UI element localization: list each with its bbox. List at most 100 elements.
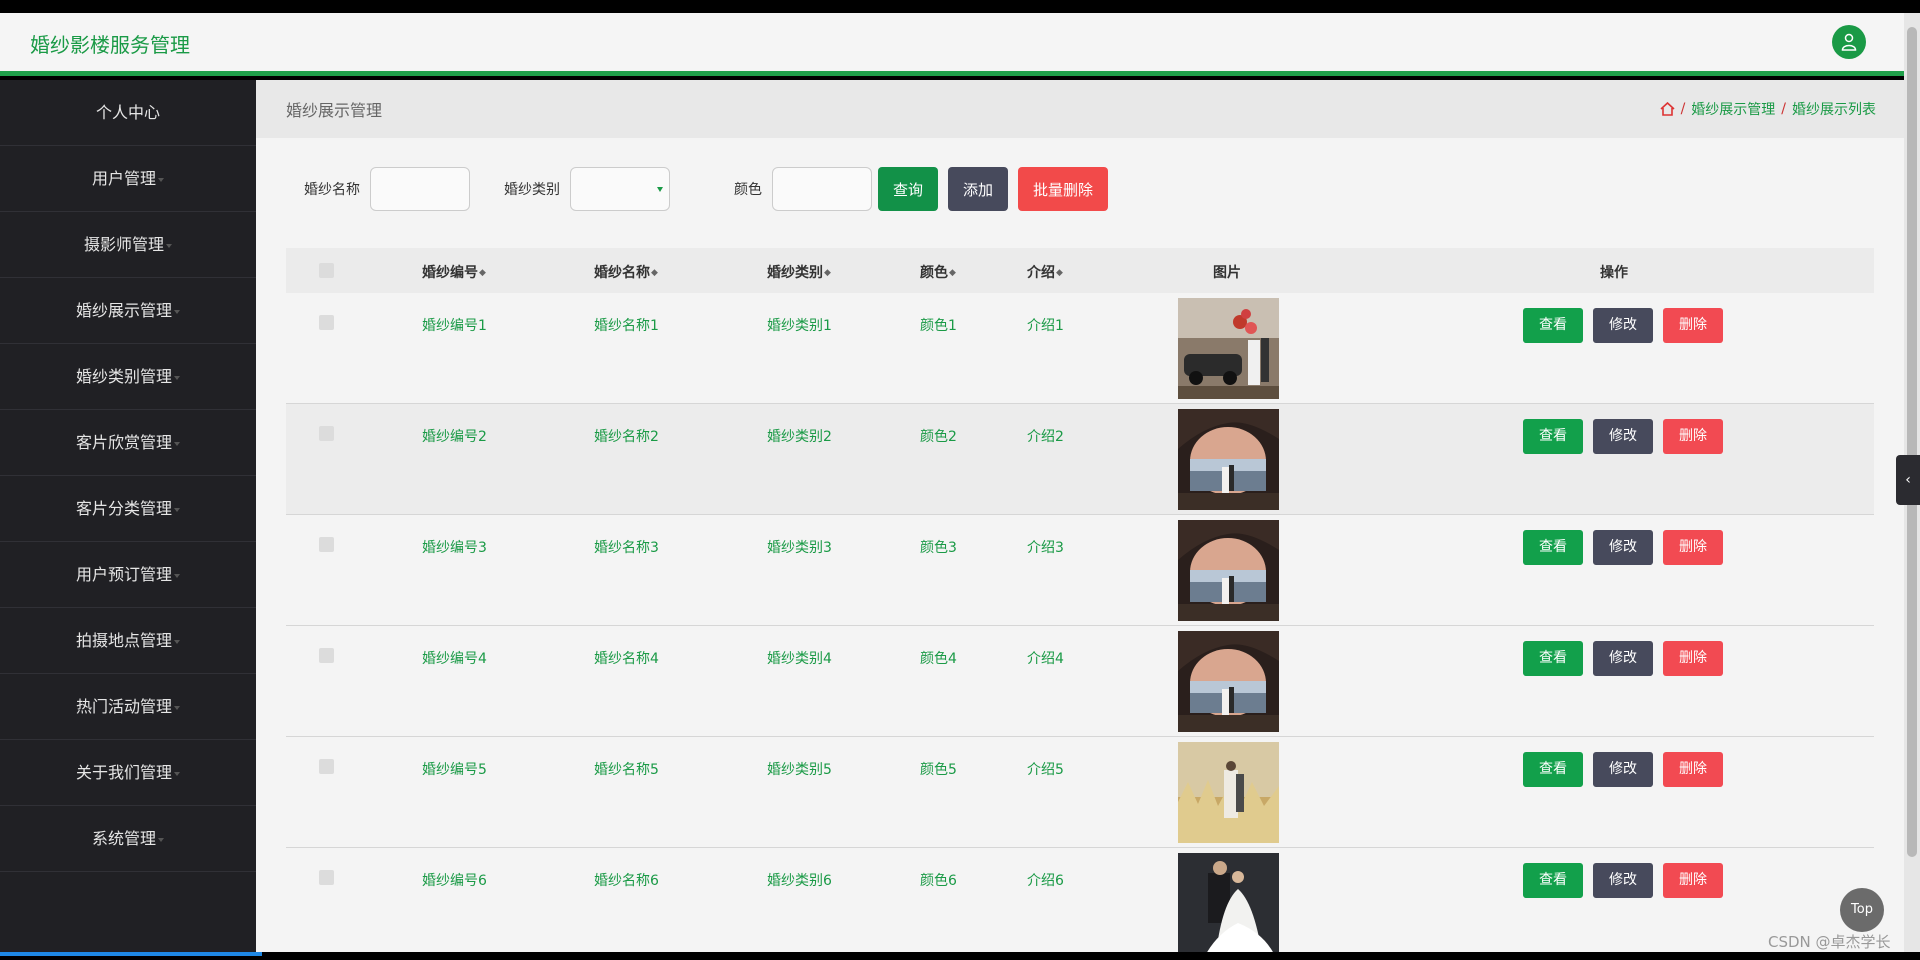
- sidebar-item[interactable]: 关于我们管理: [0, 740, 256, 806]
- delete-button[interactable]: 删除: [1663, 641, 1723, 676]
- color-search-input[interactable]: [772, 167, 872, 211]
- sidebar-item-label: 系统管理: [91, 829, 156, 848]
- header-image: 图片: [1213, 265, 1241, 281]
- cell-code: 婚纱编号2: [422, 429, 487, 445]
- breadcrumb-item[interactable]: 婚纱展示管理: [1691, 99, 1775, 119]
- select-all-checkbox[interactable]: [319, 263, 334, 278]
- sidebar-item[interactable]: 客片分类管理: [0, 476, 256, 542]
- sidebar-item[interactable]: 婚纱类别管理: [0, 344, 256, 410]
- row-checkbox[interactable]: [319, 759, 334, 774]
- category-select[interactable]: [570, 167, 670, 211]
- cell-intro: 介绍6: [1027, 873, 1064, 889]
- table-body: 婚纱编号1 婚纱名称1 婚纱类别1 颜色1 介绍1 查看 修改 删除 婚纱编号2 婚纱名称2 婚纱类…: [286, 293, 1874, 952]
- view-button[interactable]: 查看: [1523, 752, 1583, 787]
- wedding-photo-thumbnail[interactable]: [1178, 631, 1279, 732]
- chevron-down-icon: [657, 187, 663, 192]
- row-checkbox[interactable]: [319, 648, 334, 663]
- breadcrumb-separator: /: [1781, 101, 1786, 117]
- sidebar-item[interactable]: 婚纱展示管理: [0, 278, 256, 344]
- delete-button[interactable]: 删除: [1663, 752, 1723, 787]
- search-form: 婚纱名称 婚纱类别 颜色 查询 添加 批量删除: [304, 166, 1108, 212]
- name-label: 婚纱名称: [304, 182, 360, 198]
- header-name[interactable]: 婚纱名称◆: [594, 262, 658, 282]
- cell-color: 颜色2: [920, 429, 957, 445]
- page-title: 婚纱展示管理: [286, 101, 383, 120]
- sidebar: 个人中心用户管理摄影师管理婚纱展示管理 婚纱类别管理客片欣赏管理 客片分类管理用户预…: [0, 80, 256, 952]
- sidebar-item[interactable]: 系统管理: [0, 806, 256, 872]
- caret-down-icon: [158, 177, 164, 182]
- delete-button[interactable]: 删除: [1663, 308, 1723, 343]
- sidebar-item-label: 个人中心: [95, 103, 160, 122]
- cell-color: 颜色4: [920, 651, 957, 667]
- caret-down-icon: [174, 507, 180, 512]
- home-icon[interactable]: [1660, 101, 1675, 116]
- row-checkbox[interactable]: [319, 315, 334, 330]
- header-intro[interactable]: 介绍◆: [1027, 262, 1063, 282]
- sidebar-item[interactable]: 用户管理: [0, 146, 256, 212]
- table-row: 婚纱编号6 婚纱名称6 婚纱类别6 颜色6 介绍6 查看 修改 删除: [286, 848, 1874, 952]
- edit-button[interactable]: 修改: [1593, 863, 1653, 898]
- caret-down-icon: [174, 639, 180, 644]
- header-code[interactable]: 婚纱编号◆: [422, 262, 486, 282]
- back-to-top-button[interactable]: Top: [1840, 888, 1884, 932]
- view-button[interactable]: 查看: [1523, 419, 1583, 454]
- cell-name: 婚纱名称6: [594, 873, 659, 889]
- sidebar-item-label: 用户管理: [91, 169, 156, 188]
- query-button[interactable]: 查询: [878, 167, 938, 211]
- wedding-photo-thumbnail[interactable]: [1178, 298, 1279, 399]
- view-button[interactable]: 查看: [1523, 530, 1583, 565]
- cell-code: 婚纱编号6: [422, 873, 487, 889]
- cell-color: 颜色5: [920, 762, 957, 778]
- header-color[interactable]: 颜色◆: [920, 262, 956, 282]
- cell-intro: 介绍4: [1027, 651, 1064, 667]
- row-checkbox[interactable]: [319, 870, 334, 885]
- table-row: 婚纱编号5 婚纱名称5 婚纱类别5 颜色5 介绍5 查看 修改 删除: [286, 737, 1874, 848]
- sidebar-item[interactable]: 个人中心: [0, 80, 256, 146]
- edit-button[interactable]: 修改: [1593, 308, 1653, 343]
- bulk-delete-button[interactable]: 批量删除: [1018, 167, 1108, 211]
- cell-name: 婚纱名称1: [594, 318, 659, 334]
- sidebar-item[interactable]: 拍摄地点管理: [0, 608, 256, 674]
- collapse-panel-tab[interactable]: ‹: [1896, 455, 1920, 505]
- scrollbar-thumb[interactable]: [1907, 27, 1917, 857]
- wedding-photo-thumbnail[interactable]: [1178, 742, 1279, 843]
- delete-button[interactable]: 删除: [1663, 419, 1723, 454]
- header-category[interactable]: 婚纱类别◆: [767, 262, 831, 282]
- view-button[interactable]: 查看: [1523, 641, 1583, 676]
- cell-color: 颜色1: [920, 318, 957, 334]
- sidebar-item[interactable]: 摄影师管理: [0, 212, 256, 278]
- view-button[interactable]: 查看: [1523, 863, 1583, 898]
- sort-icon: ◆: [824, 268, 831, 278]
- sidebar-item-label: 拍摄地点管理: [75, 631, 172, 650]
- edit-button[interactable]: 修改: [1593, 641, 1653, 676]
- sidebar-item-label: 客片欣赏管理: [75, 433, 172, 452]
- sidebar-item-label: 摄影师管理: [83, 235, 164, 254]
- caret-down-icon: [174, 375, 180, 380]
- row-checkbox[interactable]: [319, 426, 334, 441]
- delete-button[interactable]: 删除: [1663, 530, 1723, 565]
- sidebar-item-label: 客片分类管理: [75, 499, 172, 518]
- wedding-photo-thumbnail[interactable]: [1178, 853, 1279, 952]
- name-search-input[interactable]: [370, 167, 470, 211]
- user-avatar-icon[interactable]: [1832, 25, 1866, 59]
- sort-icon: ◆: [1056, 268, 1063, 278]
- edit-button[interactable]: 修改: [1593, 530, 1653, 565]
- add-button[interactable]: 添加: [948, 167, 1008, 211]
- edit-button[interactable]: 修改: [1593, 752, 1653, 787]
- header-actions: 操作: [1600, 265, 1628, 281]
- cell-category: 婚纱类别6: [767, 873, 832, 889]
- view-button[interactable]: 查看: [1523, 308, 1583, 343]
- wedding-photo-thumbnail[interactable]: [1178, 409, 1279, 510]
- wedding-photo-thumbnail[interactable]: [1178, 520, 1279, 621]
- sidebar-item[interactable]: 客片欣赏管理: [0, 410, 256, 476]
- data-table: 婚纱编号◆ 婚纱名称◆ 婚纱类别◆ 颜色◆ 介绍◆ 图片 操作 婚纱编号1 婚纱名…: [286, 248, 1874, 952]
- breadcrumb: / 婚纱展示管理 / 婚纱展示列表: [1660, 99, 1876, 119]
- row-checkbox[interactable]: [319, 537, 334, 552]
- delete-button[interactable]: 删除: [1663, 863, 1723, 898]
- sort-icon: ◆: [479, 268, 486, 278]
- sidebar-item-label: 关于我们管理: [75, 763, 172, 782]
- sidebar-item[interactable]: 热门活动管理: [0, 674, 256, 740]
- chevron-left-icon: ‹: [1905, 472, 1911, 488]
- sidebar-item[interactable]: 用户预订管理: [0, 542, 256, 608]
- edit-button[interactable]: 修改: [1593, 419, 1653, 454]
